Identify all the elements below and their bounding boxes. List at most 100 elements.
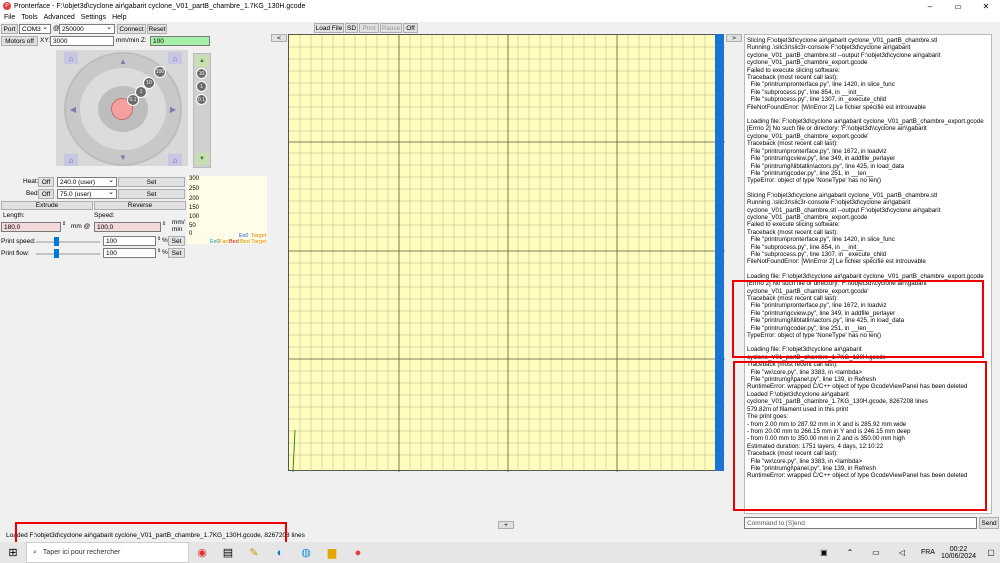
windows-taskbar: ⊞ ⌕ Taper ici pour rechercher ◉ ▤ ✎ ◐ ◍ … (0, 542, 1000, 563)
home-z-icon[interactable]: ⌂ (168, 154, 182, 166)
clock-time: 00:22 (949, 545, 968, 553)
send-button[interactable]: Send (979, 517, 999, 529)
clock[interactable]: 00:22 10/06/2024 (941, 546, 976, 560)
xy-feedrate-input[interactable]: 3000 (50, 36, 114, 46)
jog-distance-100[interactable]: 100 (154, 66, 166, 78)
reset-button[interactable]: Reset (147, 24, 167, 34)
pronterface-app-icon: P (3, 2, 11, 10)
bed-set-button[interactable]: Set (118, 189, 185, 199)
heat-temp-select[interactable]: 240.0 (user) (57, 177, 117, 187)
length-input[interactable]: 180,0 (1, 222, 61, 232)
minimize-icon[interactable]: – (916, 0, 944, 12)
print-speed-set-button[interactable]: Set (168, 236, 185, 246)
legend-bed-target: Bed Target (240, 239, 267, 245)
baud-select[interactable]: 250000 (59, 24, 115, 34)
jog-distance-0-1[interactable]: 0.1 (127, 94, 139, 106)
z-distance-1[interactable]: 1 (196, 81, 207, 92)
log-entry: Slicing F:\objet3d\cyclone air\gabarit c… (747, 191, 941, 266)
print-speed-slider-track[interactable] (36, 241, 100, 243)
paint-icon[interactable]: ✎ (241, 542, 267, 563)
task-view-icon[interactable]: ▤ (215, 542, 241, 563)
speed-label: Speed: (94, 212, 115, 219)
print-flow-spinner-icon[interactable]: ⇕ (157, 248, 161, 254)
print-speed-label: Print speed: (1, 238, 36, 245)
connect-button[interactable]: Connect (117, 24, 146, 34)
jog-y-plus-icon[interactable]: ▲ (116, 55, 130, 67)
z-up-icon[interactable]: ▲ (195, 55, 209, 67)
bed-temp-select[interactable]: 75.0 (user) (57, 189, 117, 199)
z-down-icon[interactable]: ▼ (195, 153, 209, 165)
home-y-icon[interactable]: ⌂ (168, 52, 182, 64)
sd-button[interactable]: SD (345, 23, 358, 33)
maximize-icon[interactable]: ▭ (944, 0, 972, 12)
length-spinner-icon[interactable]: ⇕ (62, 221, 66, 227)
close-icon[interactable]: ✕ (972, 0, 1000, 12)
network-icon[interactable]: ▭ (863, 542, 889, 563)
highlight-box-loaded (733, 361, 987, 511)
file-explorer-icon[interactable]: ▆ (319, 542, 345, 563)
jog-x-minus-icon[interactable]: ◀ (66, 103, 80, 115)
heat-set-button[interactable]: Set (118, 177, 185, 187)
window-controls: – ▭ ✕ (916, 0, 1000, 12)
extrude-button[interactable]: Extrude (1, 201, 93, 210)
print-button[interactable]: Print (359, 23, 379, 33)
command-input[interactable]: Command to [S]end (744, 517, 977, 529)
edge-icon[interactable]: ◐ (267, 542, 293, 563)
off-button[interactable]: Off (403, 23, 418, 33)
highlight-box-errno (732, 280, 984, 358)
heat-label: Heat: (23, 178, 39, 185)
motors-off-button[interactable]: Motors off (1, 36, 38, 46)
chrome-icon[interactable]: ◉ (189, 542, 215, 563)
language-indicator[interactable]: FRA (921, 549, 935, 556)
load-file-button[interactable]: Load File (314, 23, 344, 33)
windows-start-icon[interactable]: ⊞ (0, 542, 26, 563)
tray-app-icon[interactable]: ▣ (811, 542, 837, 563)
legend-fan: Fan (219, 239, 229, 245)
plater-layer-scrollbar[interactable] (715, 34, 724, 471)
print-flow-input[interactable]: 100 (103, 248, 156, 258)
port-select[interactable]: COM3 (19, 24, 51, 34)
speed-input[interactable]: 100,0 (94, 222, 161, 232)
z-distance-10[interactable]: 10 (196, 68, 207, 79)
graph-y-tick: 150 (189, 205, 200, 211)
z-distance-0-1[interactable]: 0.1 (196, 94, 207, 105)
home-all-icon[interactable]: ⌂ (64, 154, 78, 166)
print-flow-slider-thumb[interactable] (54, 249, 59, 258)
graph-y-tick: 50 (189, 223, 196, 229)
pause-button[interactable]: Pause (380, 23, 402, 33)
home-x-icon[interactable]: ⌂ (64, 52, 78, 64)
menu-help[interactable]: Help (112, 14, 126, 21)
tray-up-arrow-icon[interactable]: ⌃ (837, 542, 863, 563)
collapse-left-button[interactable]: < (271, 34, 287, 42)
expand-bottom-button[interactable]: + (498, 521, 514, 529)
menu-tools[interactable]: Tools (21, 14, 37, 21)
legend-bed: Bed (229, 239, 239, 245)
pronterface-taskbar-icon[interactable]: ● (345, 542, 371, 563)
menu-file[interactable]: File (4, 14, 15, 21)
print-flow-set-button[interactable]: Set (168, 248, 185, 258)
z-feedrate-input[interactable]: 100 (150, 36, 210, 46)
collapse-right-button[interactable]: > (726, 34, 742, 42)
print-speed-slider-thumb[interactable] (54, 237, 59, 246)
speed-spinner-icon[interactable]: ⇕ (162, 221, 166, 227)
port-button[interactable]: Port (1, 24, 18, 34)
taskbar-search[interactable]: ⌕ Taper ici pour rechercher (26, 542, 189, 563)
menu-advanced[interactable]: Advanced (44, 14, 75, 21)
system-tray: ▣ ⌃ ▭ ◁ FRA 00:22 10/06/2024 ▢ (811, 542, 1000, 563)
notification-icon[interactable]: ▢ (982, 542, 1000, 563)
speed-unit-bottom: min (172, 226, 183, 233)
log-entry: Loading file: F:\objet3d\cyclone air\gab… (747, 118, 984, 185)
heat-off-button[interactable]: Off (38, 177, 54, 187)
print-speed-spinner-icon[interactable]: ⇕ (157, 236, 161, 242)
reverse-button[interactable]: Reverse (94, 201, 186, 210)
jog-y-minus-icon[interactable]: ▼ (116, 151, 130, 163)
bed-off-button[interactable]: Off (38, 189, 54, 199)
print-flow-slider-track[interactable] (36, 253, 100, 255)
taskbar-search-placeholder: Taper ici pour rechercher (42, 549, 121, 556)
volume-icon[interactable]: ◁ (889, 542, 915, 563)
menu-settings[interactable]: Settings (81, 14, 106, 21)
plater-viewport[interactable] (288, 34, 725, 472)
skype-icon[interactable]: ◍ (293, 542, 319, 563)
jog-x-plus-icon[interactable]: ▶ (166, 103, 180, 115)
print-speed-input[interactable]: 100 (103, 236, 156, 246)
